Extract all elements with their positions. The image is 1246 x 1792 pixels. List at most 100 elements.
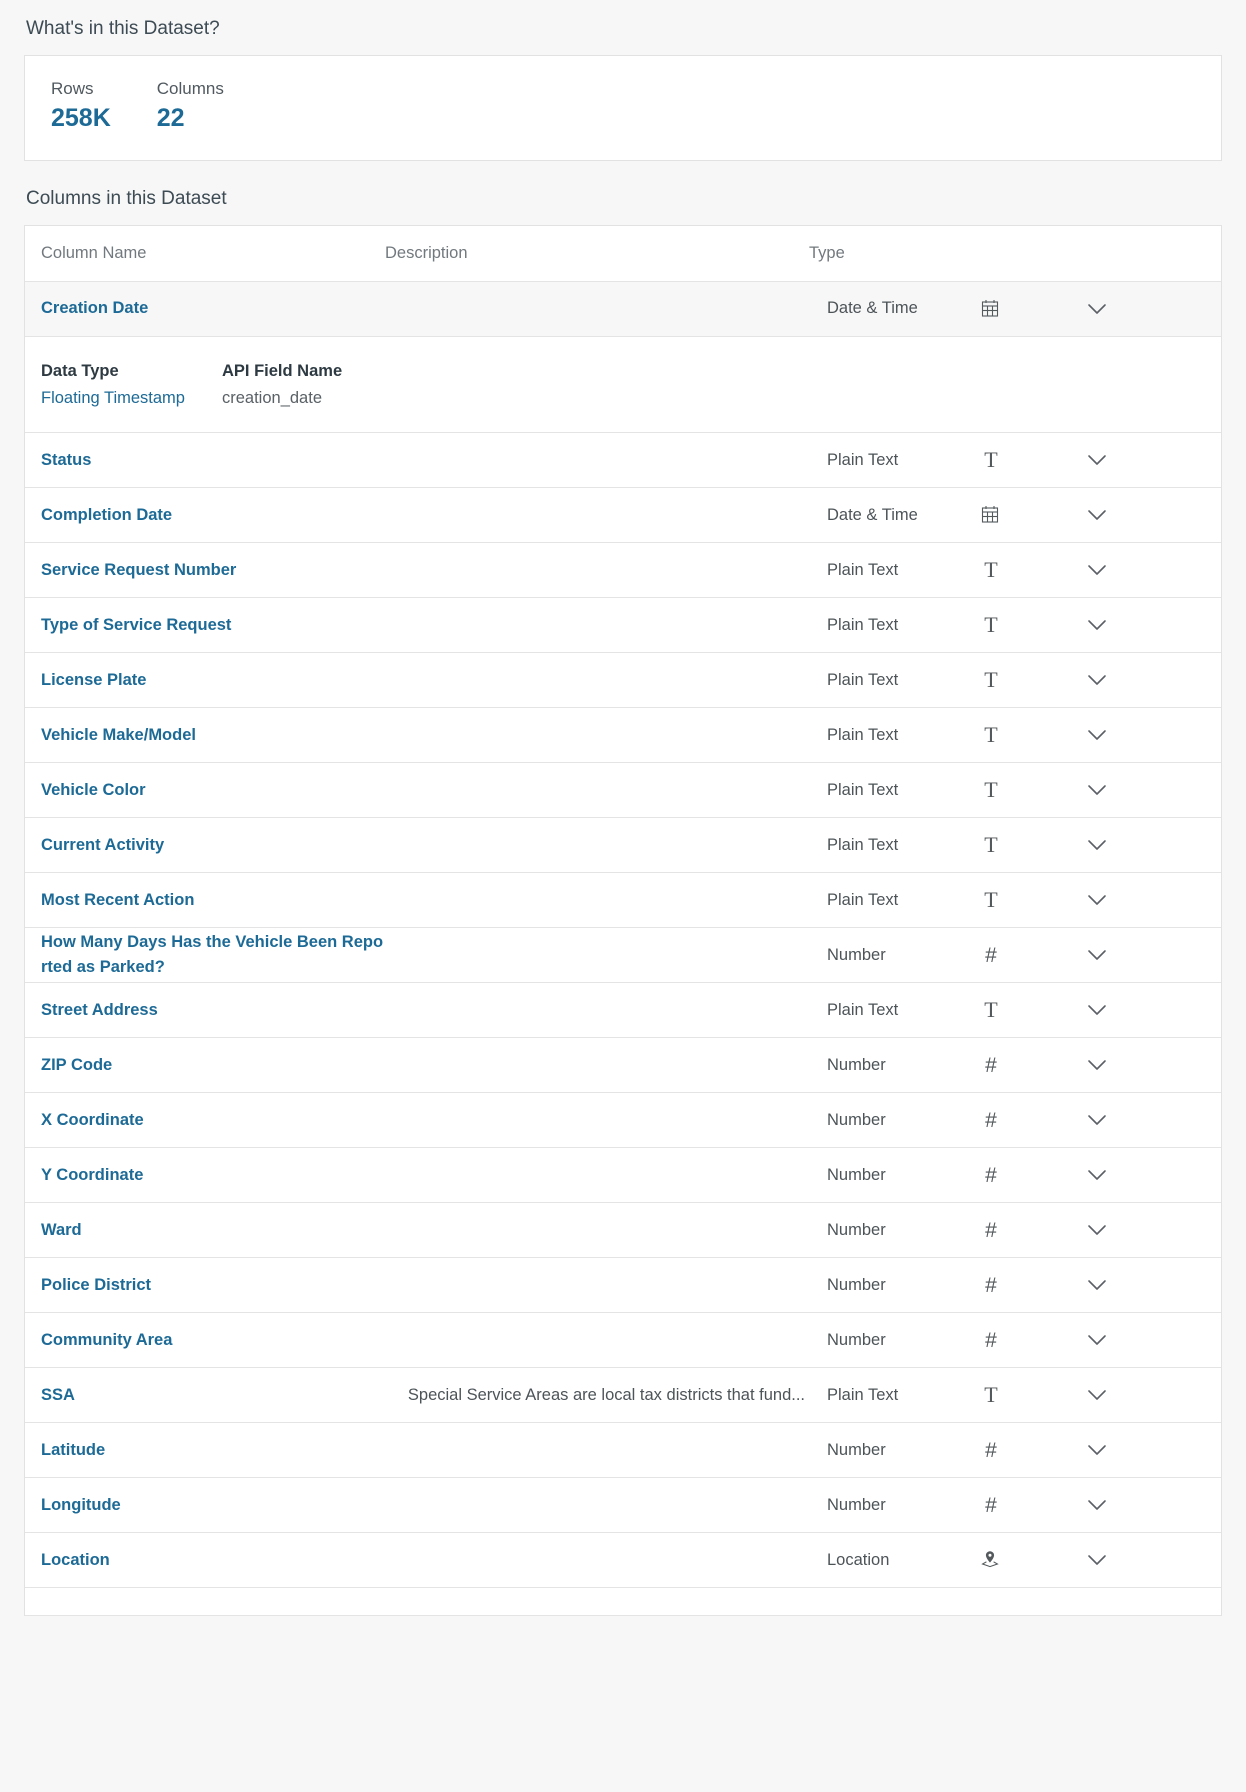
column-name-link[interactable]: Longitude [25,1491,385,1520]
column-name-link[interactable]: How Many Days Has the Vehicle Been Repor… [25,928,385,982]
chevron-down-icon[interactable] [1087,784,1107,796]
table-row[interactable]: Type of Service Request Plain Text T [25,598,1221,654]
table-row[interactable]: Police District Number # [25,1258,1221,1314]
text-icon: T [984,1382,998,1408]
table-row[interactable]: X Coordinate Number # [25,1093,1221,1149]
column-name-link[interactable]: Ward [25,1216,385,1245]
column-type-icon-cell: T [980,889,1054,911]
chevron-down-icon[interactable] [1087,1389,1107,1401]
chevron-down-icon[interactable] [1087,1114,1107,1126]
column-name-link[interactable]: Type of Service Request [25,611,385,640]
expand-row-button[interactable] [1054,1169,1139,1181]
table-row[interactable]: Creation Date Date & Time [25,281,1221,337]
column-type-label: Number [827,1165,886,1184]
table-row[interactable]: Completion Date Date & Time [25,488,1221,544]
chevron-down-icon[interactable] [1087,949,1107,961]
table-row[interactable]: Current Activity Plain Text T [25,818,1221,874]
chevron-down-icon[interactable] [1087,1059,1107,1071]
expand-row-button[interactable] [1054,839,1139,851]
table-row[interactable]: Street Address Plain Text T [25,983,1221,1039]
expand-row-button[interactable] [1054,619,1139,631]
table-row[interactable]: Ward Number # [25,1203,1221,1259]
chevron-down-icon[interactable] [1087,454,1107,466]
chevron-down-icon[interactable] [1087,1224,1107,1236]
column-name-link[interactable]: Service Request Number [25,556,385,585]
number-icon: # [985,943,997,967]
table-row[interactable]: Longitude Number # [25,1478,1221,1534]
column-name-link[interactable]: X Coordinate [25,1106,385,1135]
expand-row-button[interactable] [1054,1224,1139,1236]
column-name-link[interactable]: Police District [25,1271,385,1300]
column-name-link[interactable]: Street Address [25,996,385,1025]
expand-row-button[interactable] [1054,949,1139,961]
expand-row-button[interactable] [1054,303,1139,315]
expand-row-button[interactable] [1054,1554,1139,1566]
expand-row-button[interactable] [1054,564,1139,576]
chevron-down-icon[interactable] [1087,729,1107,741]
table-row[interactable]: Vehicle Color Plain Text T [25,763,1221,819]
expand-row-button[interactable] [1054,729,1139,741]
table-row[interactable]: License Plate Plain Text T [25,653,1221,709]
chevron-down-icon[interactable] [1087,619,1107,631]
chevron-down-icon[interactable] [1087,303,1107,315]
columns-table: Column Name Description Type Creation Da… [24,224,1222,1617]
chevron-down-icon[interactable] [1087,1169,1107,1181]
table-row[interactable]: Most Recent Action Plain Text T [25,873,1221,929]
column-name-link[interactable]: SSA [25,1381,385,1410]
expand-row-button[interactable] [1054,1114,1139,1126]
table-row[interactable]: Y Coordinate Number # [25,1148,1221,1204]
expand-row-button[interactable] [1054,1444,1139,1456]
columns-table-header-row: Column Name Description Type [25,226,1221,282]
column-type-label: Plain Text [827,615,899,634]
table-row-partial [25,1588,1221,1617]
column-name-link[interactable]: Current Activity [25,831,385,860]
expand-row-button[interactable] [1054,674,1139,686]
chevron-down-icon[interactable] [1087,894,1107,906]
expand-row-button[interactable] [1054,1279,1139,1291]
table-row[interactable]: ZIP Code Number # [25,1038,1221,1094]
table-row[interactable]: Status Plain Text T [25,433,1221,489]
expand-row-button[interactable] [1054,1499,1139,1511]
chevron-down-icon[interactable] [1087,1279,1107,1291]
column-name-link[interactable]: Latitude [25,1436,385,1465]
column-name-link[interactable]: Status [25,446,385,475]
table-row[interactable]: How Many Days Has the Vehicle Been Repor… [25,928,1221,984]
column-name-link[interactable]: Vehicle Color [25,776,385,805]
column-name-link[interactable]: Location [25,1546,385,1575]
expand-row-button[interactable] [1054,894,1139,906]
chevron-down-icon[interactable] [1087,1444,1107,1456]
chevron-down-icon[interactable] [1087,509,1107,521]
column-name-link[interactable]: Completion Date [25,501,385,530]
text-icon: T [984,887,998,913]
expand-row-button[interactable] [1054,1004,1139,1016]
table-row[interactable]: Latitude Number # [25,1423,1221,1479]
expand-row-button[interactable] [1054,454,1139,466]
expand-row-button[interactable] [1054,1059,1139,1071]
table-row[interactable]: Community Area Number # [25,1313,1221,1369]
chevron-down-icon[interactable] [1087,839,1107,851]
number-icon: # [985,1053,997,1077]
chevron-down-icon[interactable] [1087,1554,1107,1566]
column-type-icon-cell: T [980,614,1054,636]
table-row[interactable]: Location Location [25,1533,1221,1589]
expand-row-button[interactable] [1054,509,1139,521]
column-name-link[interactable]: Vehicle Make/Model [25,721,385,750]
chevron-down-icon[interactable] [1087,1004,1107,1016]
table-row[interactable]: Vehicle Make/Model Plain Text T [25,708,1221,764]
table-row[interactable]: SSA Special Service Areas are local tax d… [25,1368,1221,1424]
chevron-down-icon[interactable] [1087,1334,1107,1346]
column-name-link[interactable]: Community Area [25,1326,385,1355]
column-name-link[interactable]: ZIP Code [25,1051,385,1080]
expand-row-button[interactable] [1054,784,1139,796]
expand-row-button[interactable] [1054,1334,1139,1346]
column-name-link[interactable]: Y Coordinate [25,1161,385,1190]
data-type-value[interactable]: Floating Timestamp [41,386,204,411]
column-name-link[interactable]: License Plate [25,666,385,695]
chevron-down-icon[interactable] [1087,674,1107,686]
column-name-link[interactable]: Most Recent Action [25,886,385,915]
chevron-down-icon[interactable] [1087,1499,1107,1511]
table-row[interactable]: Service Request Number Plain Text T [25,543,1221,599]
column-name-link[interactable]: Creation Date [25,294,385,323]
expand-row-button[interactable] [1054,1389,1139,1401]
chevron-down-icon[interactable] [1087,564,1107,576]
